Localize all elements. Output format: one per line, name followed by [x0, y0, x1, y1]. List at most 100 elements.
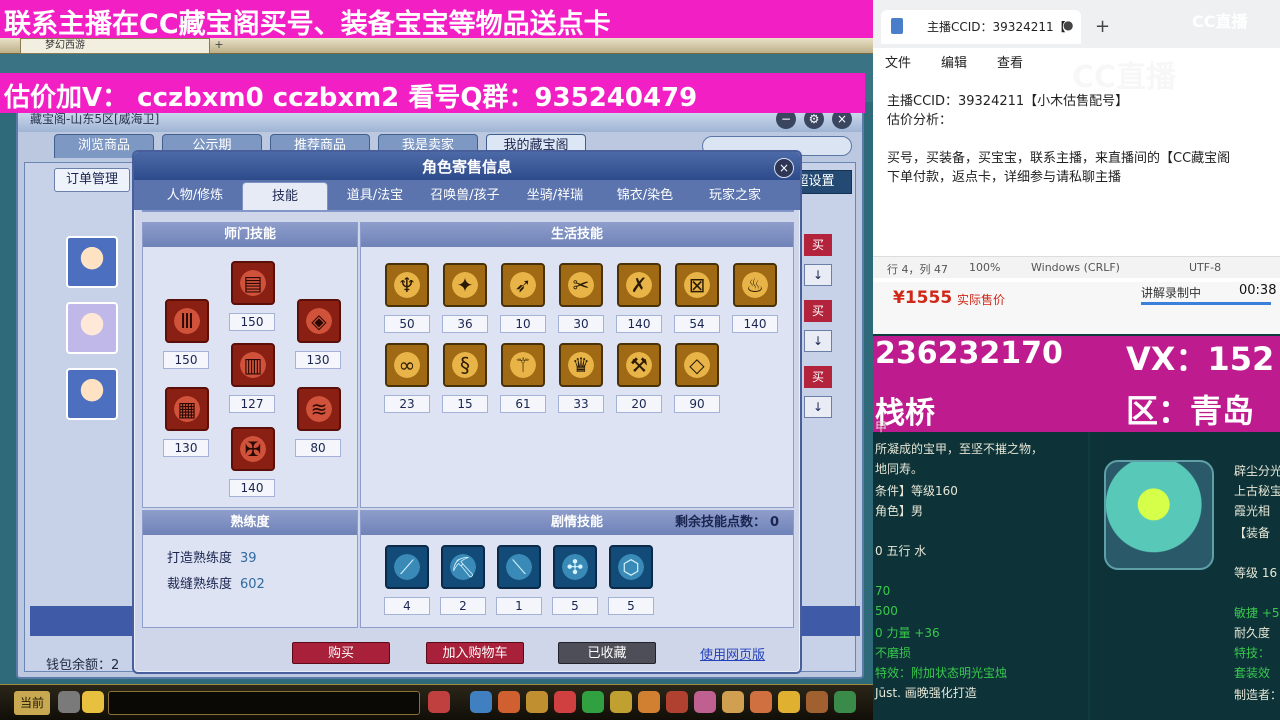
buy-button[interactable]: 购买 [292, 642, 390, 664]
buy-mini-button[interactable]: 买 [804, 366, 832, 388]
story-skill-icon[interactable]: ⬡ [609, 545, 653, 589]
friend-icon[interactable] [582, 691, 604, 713]
wallet-balance: 钱包余额：2 [46, 658, 120, 673]
gang-icon[interactable] [610, 691, 632, 713]
current-channel-button[interactable]: 当前 [14, 691, 50, 715]
text-line: 买号，买装备，买宝宝，联系主播，来直播间的【CC藏宝阁 [887, 151, 1231, 166]
item-text: 制造者： [1234, 688, 1280, 702]
school-skill-icon[interactable]: ▤ [231, 261, 275, 305]
story-skill-icon[interactable]: ✣ [553, 545, 597, 589]
menu-edit[interactable]: 编辑 [941, 52, 967, 71]
equipment-image [1104, 460, 1214, 570]
tab-character[interactable]: 人物/修炼 [152, 182, 238, 210]
add-to-cart-button[interactable]: 加入购物车 [426, 642, 524, 664]
zoom-level: 100% [969, 261, 1001, 274]
skill-icon[interactable] [638, 691, 660, 713]
life-skill-icon[interactable]: ∞ [385, 343, 429, 387]
skill-level: 15 [442, 395, 488, 413]
dialog-header: 角色寄售信息 [134, 152, 800, 180]
emoji-icon[interactable] [82, 691, 104, 713]
shop-icon[interactable] [722, 691, 744, 713]
skill-level: 5 [552, 597, 598, 615]
skill-level: 23 [384, 395, 430, 413]
text-line: 下单付款，返点卡，详细参与请私聊主播 [887, 170, 1122, 185]
notepad-window: 主播CCID：39324211【 ● + 文件 编辑 查看 主播CCID：393… [873, 0, 1280, 282]
life-skill-icon[interactable]: ⊠ [675, 263, 719, 307]
notepad-text[interactable]: 主播CCID：39324211【小木估售配号】 估价分析： 买号，买装备，买宝宝… [887, 92, 1277, 187]
notepad-statusbar: 行 4，列 47 100% Windows (CRLF) UTF-8 [873, 256, 1280, 278]
skill-level: 80 [295, 439, 341, 457]
menu-view[interactable]: 查看 [997, 52, 1023, 71]
story-skill-icon[interactable]: ⟋ [385, 545, 429, 589]
sword-icon[interactable] [470, 691, 492, 713]
school-skill-icon[interactable]: ▥ [231, 343, 275, 387]
life-skill-icon[interactable]: ♨ [733, 263, 777, 307]
sort-mini-button[interactable]: ↓ [804, 330, 832, 352]
skill-level: 33 [558, 395, 604, 413]
sort-mini-button[interactable]: ↓ [804, 396, 832, 418]
skill-level: 50 [384, 315, 430, 333]
mic-icon[interactable] [58, 691, 80, 713]
tab-home[interactable]: 玩家之家 [692, 182, 778, 210]
skill-level: 5 [608, 597, 654, 615]
life-skill-icon[interactable]: ◇ [675, 343, 719, 387]
item-text: 甲 [875, 420, 888, 434]
school-skill-icon[interactable]: ✠ [231, 427, 275, 471]
pet-icon[interactable] [526, 691, 548, 713]
chat-input[interactable] [108, 691, 420, 715]
life-skill-icon[interactable]: ✗ [617, 263, 661, 307]
school-skill-icon[interactable]: Ⅲ [165, 299, 209, 343]
avatar[interactable] [66, 302, 118, 354]
sort-mini-button[interactable]: ↓ [804, 264, 832, 286]
life-skill-icon[interactable]: ⚚ [501, 343, 545, 387]
panel-title: 熟练度 [143, 511, 357, 535]
system-icon[interactable] [806, 691, 828, 713]
avatar[interactable] [66, 368, 118, 420]
favorited-button[interactable]: 已收藏 [558, 642, 656, 664]
life-skill-icon[interactable]: ➶ [501, 263, 545, 307]
life-skill-icon[interactable]: ♛ [559, 343, 603, 387]
school-skill-icon[interactable]: ▦ [165, 387, 209, 431]
game-window: 梦幻西游 + 藏宝阁-山东5区[威海卫] − ⚙ × 浏览商品 公示期 推荐商品… [0, 0, 873, 720]
life-skill-icon[interactable]: § [443, 343, 487, 387]
tab-outfits[interactable]: 锦衣/染色 [602, 182, 688, 210]
tab-mounts[interactable]: 坐骑/祥瑞 [512, 182, 598, 210]
school-skill-icon[interactable]: ◈ [297, 299, 341, 343]
life-skills-panel: 生活技能 ♆ 50 ✦ 36 ➶ 10 ✂ 30 ✗ 140 ⊠ 54 ♨ 14… [360, 222, 794, 508]
item-stat: 70 [875, 584, 891, 598]
promo-banner-text: 联系主播在CC藏宝阁买号、装备宝宝等物品送点卡 [4, 9, 611, 40]
remaining-points-label: 剩余技能点数： [674, 515, 766, 530]
web-version-link[interactable]: 使用网页版 [700, 644, 765, 663]
task-icon[interactable] [554, 691, 576, 713]
story-skill-icon[interactable]: ⛏ [441, 545, 485, 589]
menu-file[interactable]: 文件 [885, 52, 911, 71]
order-management-button[interactable]: 订单管理 [54, 168, 130, 192]
school-skill-icon[interactable]: ≋ [297, 387, 341, 431]
tab-skills[interactable]: 技能 [242, 182, 328, 210]
mail-icon[interactable] [694, 691, 716, 713]
activity-icon[interactable] [750, 691, 772, 713]
life-skill-icon[interactable]: ✂ [559, 263, 603, 307]
notepad-tab[interactable]: 主播CCID：39324211【 [881, 10, 1081, 44]
story-skill-icon[interactable]: ⟍ [497, 545, 541, 589]
settings-icon[interactable] [834, 691, 856, 713]
close-icon[interactable]: × [774, 158, 794, 178]
story-skills-panel: 剧情技能 剩余技能点数： 0 ⟋ 4 ⛏ 2 ⟍ 1 ✣ 5 ⬡ 5 [360, 510, 794, 628]
rank-icon[interactable] [666, 691, 688, 713]
contact-number: 236232170 [875, 336, 1063, 371]
reward-icon[interactable] [778, 691, 800, 713]
buy-mini-button[interactable]: 买 [804, 234, 832, 256]
life-skill-icon[interactable]: ✦ [443, 263, 487, 307]
life-skill-icon[interactable]: ♆ [385, 263, 429, 307]
buy-mini-button[interactable]: 买 [804, 300, 832, 322]
bag-icon[interactable] [428, 691, 450, 713]
tab-items[interactable]: 道具/法宝 [332, 182, 418, 210]
team-icon[interactable] [498, 691, 520, 713]
add-tab-icon[interactable]: + [1095, 16, 1110, 37]
life-skill-icon[interactable]: ⚒ [617, 343, 661, 387]
unsaved-dot-icon[interactable]: ● [1063, 18, 1073, 32]
tab-pets[interactable]: 召唤兽/孩子 [422, 182, 508, 210]
avatar[interactable] [66, 236, 118, 288]
promo-banner-contact: 估价加V： cczbxm0 cczbxm2 看号Q群：935240479 [0, 73, 865, 113]
price-bar: ¥1555 实际售价 讲解录制中 00:38 [873, 282, 1280, 334]
